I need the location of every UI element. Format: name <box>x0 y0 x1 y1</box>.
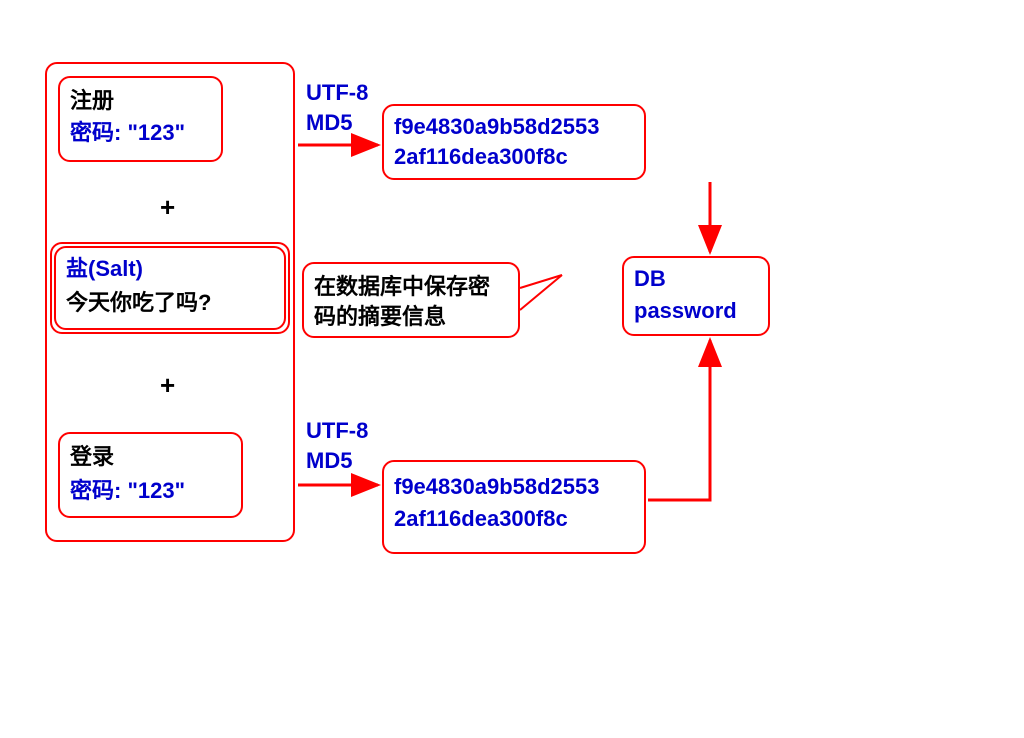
callout-line2: 码的摘要信息 <box>314 302 446 332</box>
callout-tail-top <box>520 275 562 288</box>
salt-line1: 盐(Salt) <box>66 254 143 284</box>
callout-line1: 在数据库中保存密 <box>314 272 490 302</box>
arrow-hash2-to-db <box>648 340 710 500</box>
transform2-line2: MD5 <box>306 446 352 476</box>
hash2-line2: 2af116dea300f8c <box>394 504 568 534</box>
diagram-canvas: 注册 密码: "123" + 盐(Salt) 今天你吃了吗? + 登录 密码: … <box>0 0 1024 738</box>
hash1-line2: 2af116dea300f8c <box>394 142 568 172</box>
plus-2: + <box>160 370 175 401</box>
hash1-line1: f9e4830a9b58d2553 <box>394 112 600 142</box>
login-line1: 登录 <box>70 442 114 472</box>
hash2-line1: f9e4830a9b58d2553 <box>394 472 600 502</box>
login-line2: 密码: "123" <box>70 476 185 506</box>
plus-1: + <box>160 192 175 223</box>
db-line2: password <box>634 296 737 326</box>
transform1-line1: UTF-8 <box>306 78 368 108</box>
db-line1: DB <box>634 264 666 294</box>
transform2-line1: UTF-8 <box>306 416 368 446</box>
register-line1: 注册 <box>70 86 114 116</box>
register-line2: 密码: "123" <box>70 118 185 148</box>
transform1-line2: MD5 <box>306 108 352 138</box>
salt-line2: 今天你吃了吗? <box>66 288 211 318</box>
callout-tail-bottom <box>520 275 562 310</box>
